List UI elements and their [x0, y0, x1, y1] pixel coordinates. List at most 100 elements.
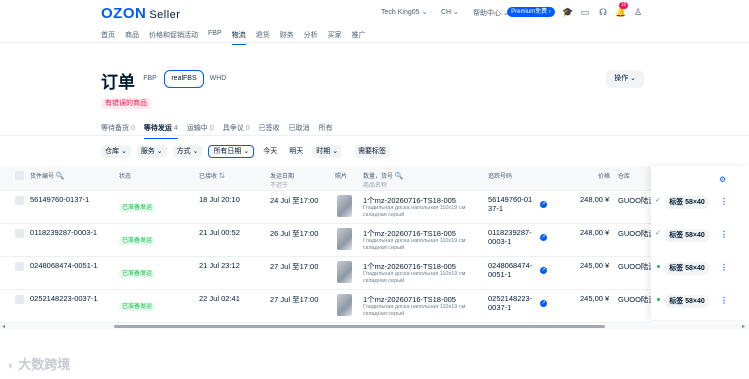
- more-options-icon[interactable]: ⋮: [720, 296, 728, 305]
- page-title: 订单: [101, 73, 135, 92]
- select-all-checkbox[interactable]: [15, 171, 24, 180]
- sort-icon[interactable]: ⇅: [219, 174, 225, 180]
- tab-awaiting-shipment[interactable]: 等待发运 4: [143, 123, 178, 139]
- product-photo[interactable]: [337, 228, 352, 250]
- filter-all-dates[interactable]: 所有日期 ⌄: [208, 145, 255, 158]
- row-divider: [0, 190, 651, 191]
- row-divider: [0, 256, 651, 257]
- tab-delivered[interactable]: 已签收: [259, 123, 280, 139]
- accepted-date: 21 Jul 23:12: [199, 261, 240, 270]
- ship-date: 24 Jul 至17:00: [270, 196, 319, 205]
- more-options-icon[interactable]: ⋮: [720, 230, 728, 239]
- col-accepted: 已接收 ⇅: [199, 174, 225, 180]
- shipment-id-link[interactable]: 0252148223-0037-1: [30, 294, 98, 303]
- graduation-cap-icon[interactable]: 🎓: [562, 7, 573, 17]
- row-checkbox[interactable]: [15, 295, 24, 304]
- print-label-button[interactable]: 标签 58×40: [665, 196, 709, 209]
- external-link-icon[interactable]: ↗: [540, 201, 547, 208]
- price: 248,00 ¥: [580, 228, 610, 237]
- segment-realfbs[interactable]: realFBS: [164, 70, 204, 88]
- scroll-left-arrow[interactable]: ◂: [2, 323, 5, 330]
- col-price: 价格: [598, 174, 611, 180]
- status-badge: 已准备发运: [119, 295, 156, 313]
- row-divider: [0, 322, 651, 323]
- accepted-date: 18 Jul 20:10: [199, 195, 240, 204]
- tab-cancelled[interactable]: 已取消: [289, 123, 310, 139]
- tracking-number: 56149760-01 37-1: [488, 195, 533, 213]
- user-icon[interactable]: ♙: [633, 7, 643, 17]
- col-status: 状态: [119, 174, 132, 180]
- warehouse: GUOO陆运: [618, 229, 651, 238]
- filter-warehouse[interactable]: 仓库 ⌄: [101, 145, 131, 158]
- print-label-button[interactable]: 标签 58×40: [665, 229, 709, 242]
- warehouse: GUOO陆运: [618, 196, 651, 205]
- product-photo[interactable]: [337, 294, 352, 316]
- row-checkbox[interactable]: [15, 262, 24, 271]
- filter-tomorrow[interactable]: 明天: [286, 145, 306, 158]
- product-photo[interactable]: [337, 261, 352, 283]
- error-products-badge[interactable]: 有错误的商品: [101, 98, 151, 109]
- warehouse: GUOO陆运: [618, 295, 651, 304]
- chat-icon[interactable]: ▭: [580, 7, 590, 17]
- segment-whd[interactable]: WHD: [204, 70, 232, 88]
- filter-today[interactable]: 今天: [260, 145, 280, 158]
- more-options-icon[interactable]: ⋮: [720, 263, 728, 272]
- store-selector[interactable]: Tech King05 ⌄: [381, 8, 427, 16]
- print-label-button[interactable]: 标签 58×40: [665, 262, 709, 275]
- nav-divider: [0, 42, 749, 43]
- external-link-icon[interactable]: ↗: [540, 234, 547, 241]
- help-center-menu[interactable]: 帮助中心 ⌄: [473, 8, 509, 18]
- row-checkbox[interactable]: [15, 196, 24, 205]
- horizontal-scrollbar-thumb[interactable]: [114, 325, 605, 328]
- more-options-icon[interactable]: ⋮: [720, 197, 728, 206]
- headset-icon[interactable]: ☊: [598, 7, 608, 17]
- tabs-divider: [0, 135, 749, 136]
- row-checkbox[interactable]: [15, 229, 24, 238]
- segment-fbp[interactable]: FBP: [138, 70, 162, 88]
- ship-date: 27 Jul 至17:00: [270, 262, 319, 271]
- product-name: Гладильная доска напольная 110х19 см скла…: [363, 205, 466, 218]
- product-name: Гладильная доска напольная 110х19 см скла…: [363, 271, 466, 284]
- tab-in-transit[interactable]: 运输中 0: [187, 123, 214, 139]
- print-label-button[interactable]: 标签 58×40: [665, 295, 709, 308]
- language-selector[interactable]: CH ⌄: [441, 8, 459, 16]
- col-tracking: 追踪号码: [488, 174, 513, 180]
- premium-button[interactable]: Premium免费 ›: [507, 7, 555, 17]
- accepted-date: 22 Jul 02:41: [199, 294, 240, 303]
- filter-method[interactable]: 方式 ⌄: [172, 145, 203, 158]
- shipment-id-link[interactable]: 56149760-0137-1: [30, 195, 89, 204]
- external-link-icon[interactable]: ↗: [540, 300, 547, 307]
- check-icon: ✓: [655, 197, 661, 204]
- filter-needs-label[interactable]: 需要标签: [354, 145, 391, 158]
- watermark: ◐ 大数跨境: [8, 357, 71, 372]
- shipment-id-link[interactable]: 0248068474-0051-1: [30, 261, 98, 270]
- status-dot-icon: [657, 265, 660, 268]
- tracking-number: 0252148223- 0037-1: [488, 294, 533, 312]
- product-photo[interactable]: [337, 195, 352, 217]
- settings-gear-icon[interactable]: ⚙: [719, 175, 726, 184]
- external-link-icon[interactable]: ↗: [540, 267, 547, 274]
- ship-date: 27 Jul 至17:00: [270, 295, 319, 304]
- filter-period[interactable]: 时期 ⌄: [312, 145, 343, 158]
- tab-disputed[interactable]: 具争议 0: [223, 123, 250, 139]
- price: 248,00 ¥: [580, 195, 610, 204]
- actions-button[interactable]: 操作 ⌄: [606, 70, 644, 88]
- tab-awaiting-packaging[interactable]: 等待备货 0: [101, 123, 135, 139]
- status-badge: 已准备发运: [119, 196, 156, 214]
- tab-all[interactable]: 所有: [319, 123, 333, 139]
- col-qty-sku: 数量，货号 🔍 商品名称: [363, 173, 404, 189]
- ozon-logo[interactable]: OZON Seller: [101, 5, 180, 22]
- col-ship-date: 发运日期 不迟于: [270, 174, 295, 189]
- search-icon[interactable]: 🔍: [56, 173, 65, 180]
- price: 245,00 ¥: [580, 294, 610, 303]
- row-divider: [0, 223, 651, 224]
- scroll-right-arrow[interactable]: ▸: [742, 323, 745, 330]
- status-tabs: 等待备货 0 等待发运 4 运输中 0 具争议 0 已签收 已取消 所有: [101, 123, 333, 139]
- col-warehouse: 仓库: [618, 174, 631, 180]
- filter-bar: 仓库 ⌄ 服务 ⌄ 方式 ⌄ 所有日期 ⌄ 今天 明天 时期 ⌄ 需要标签: [101, 145, 391, 158]
- search-icon[interactable]: 🔍: [395, 173, 404, 180]
- tracking-number: 0248068474- 0051-1: [488, 261, 533, 279]
- shipment-id-link[interactable]: 0118239287-0003-1: [30, 228, 97, 237]
- accepted-date: 21 Jul 00:52: [199, 228, 240, 237]
- filter-service[interactable]: 服务 ⌄: [136, 145, 167, 158]
